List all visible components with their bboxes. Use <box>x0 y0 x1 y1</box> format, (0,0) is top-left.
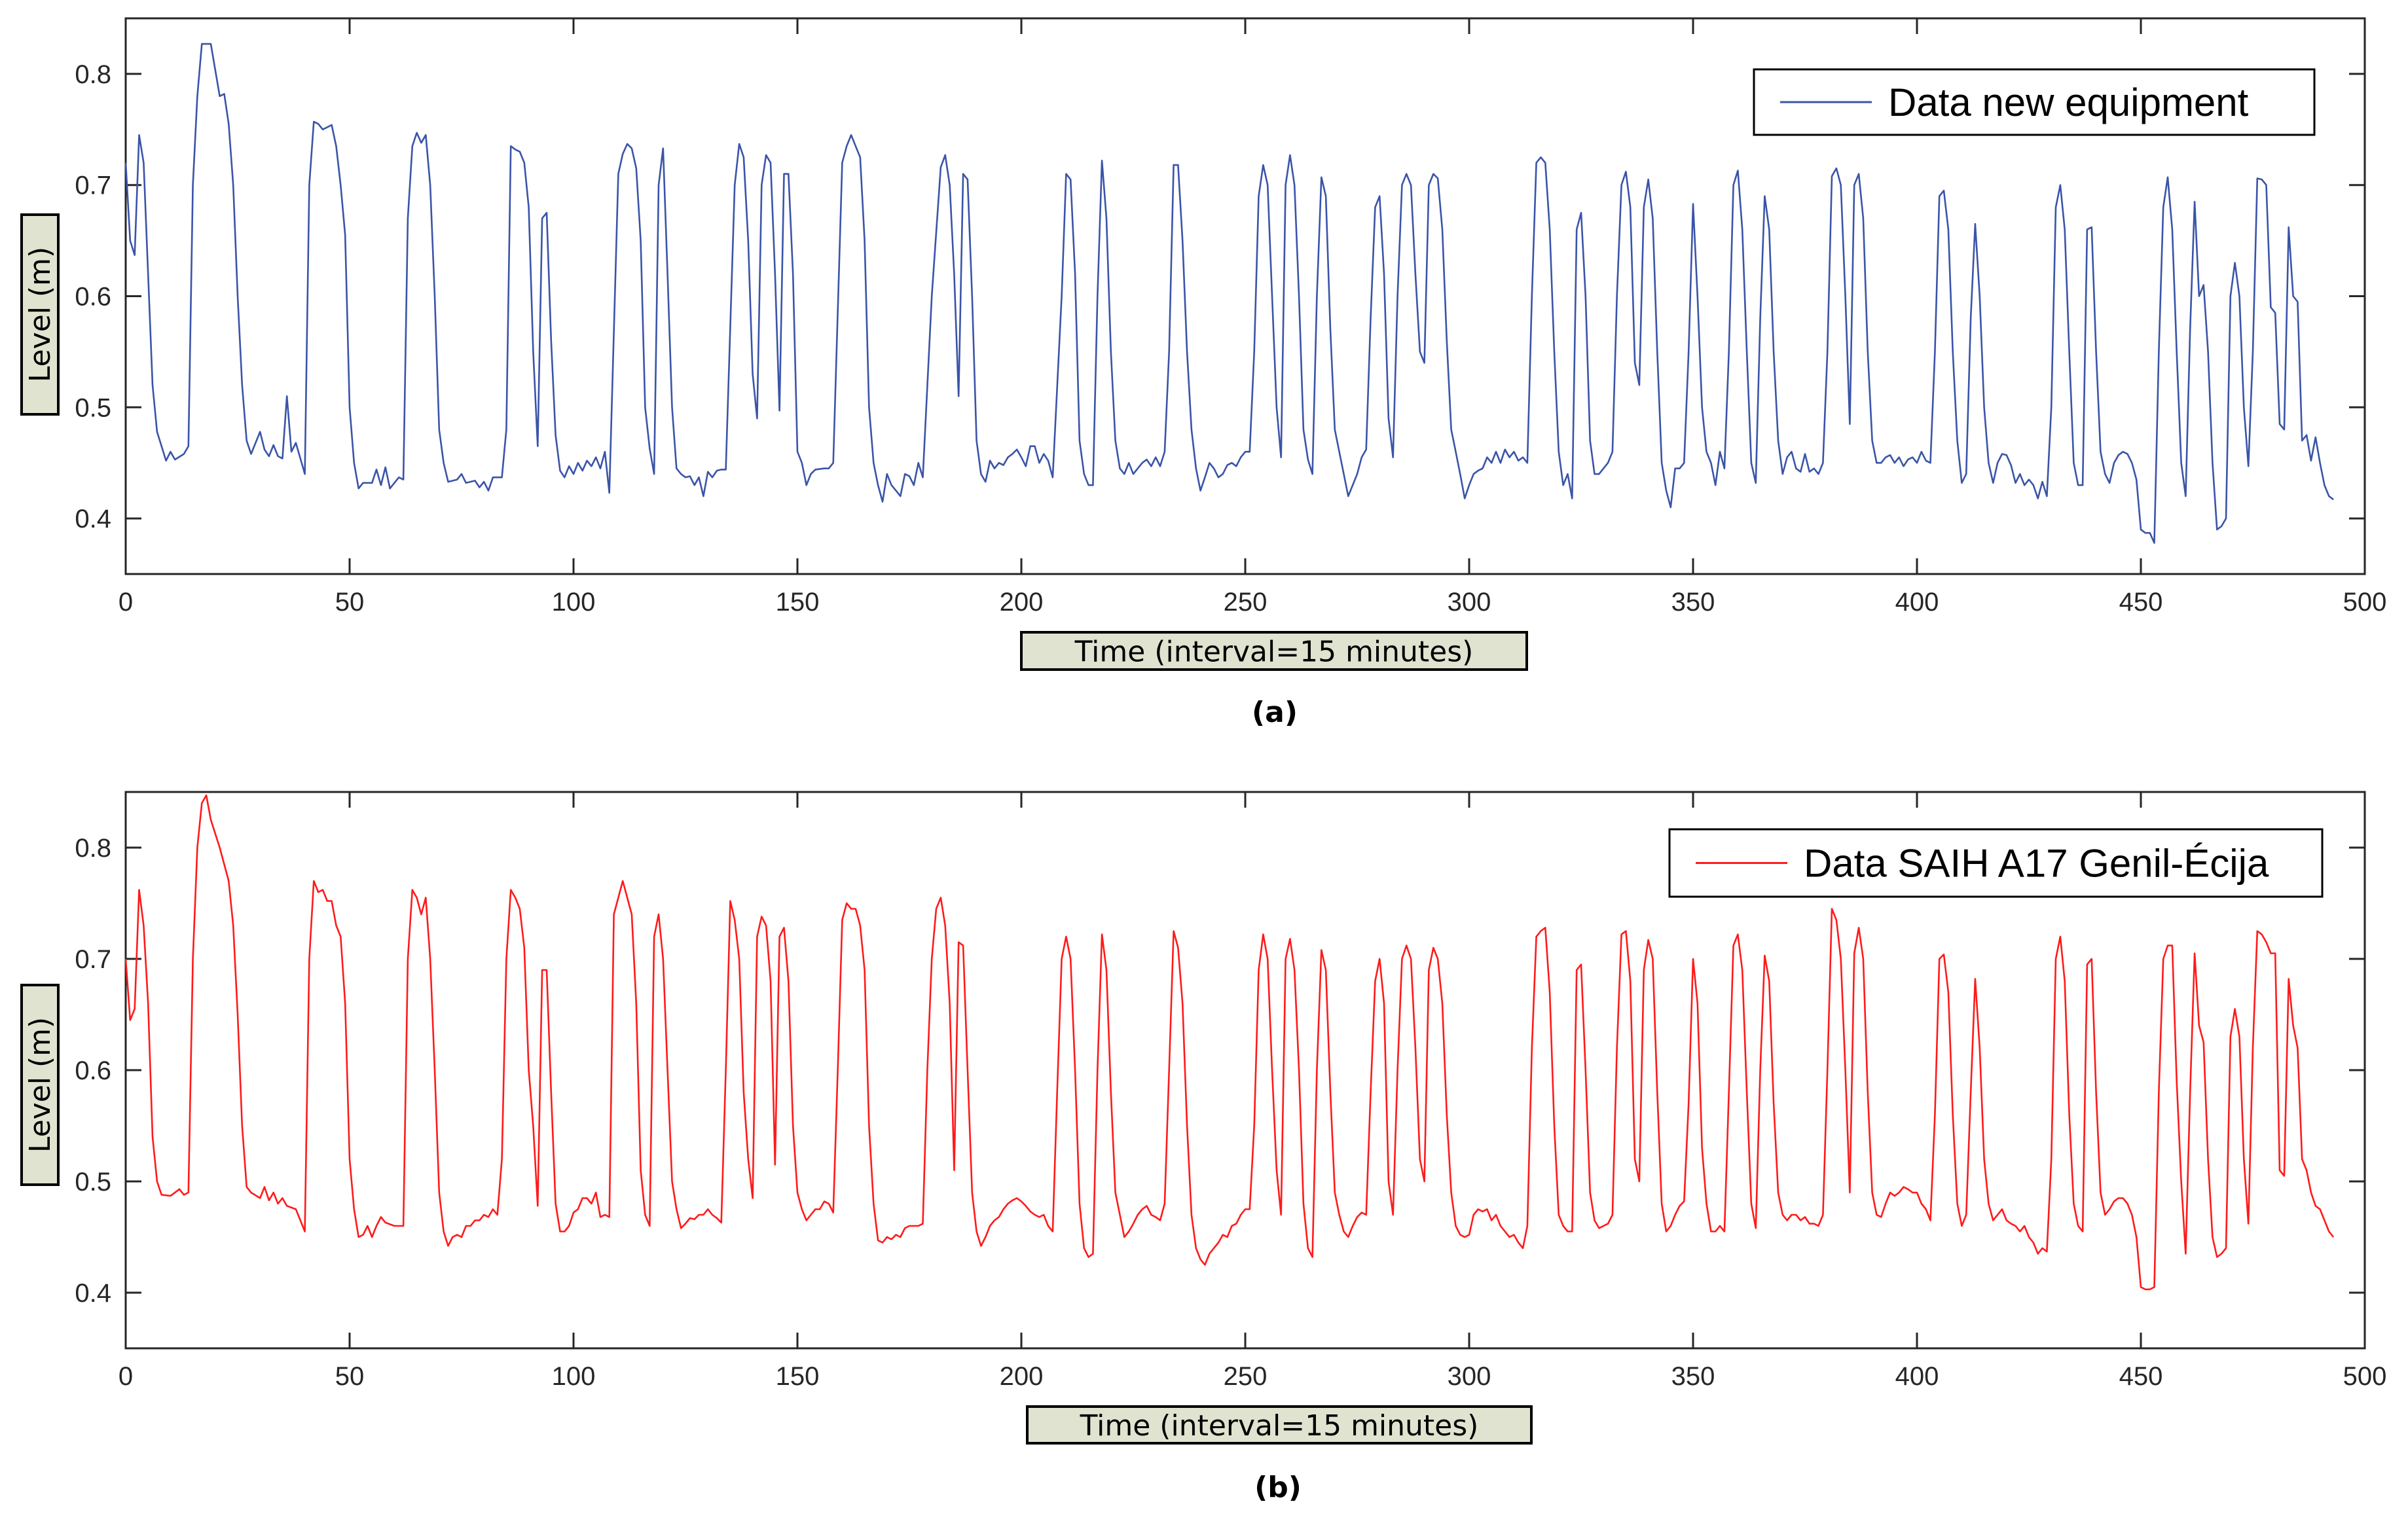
x-tick-label: 250 <box>1224 1362 1268 1391</box>
y-axis-label: Level (m) <box>24 1017 57 1153</box>
y-tick-label: 0.5 <box>75 393 111 422</box>
legend: Data new equipment <box>1753 68 2316 136</box>
x-axis-label: Time (interval=15 minutes) <box>1080 1409 1479 1443</box>
x-tick-label: 50 <box>335 588 365 617</box>
x-tick-label: 0 <box>119 1362 133 1391</box>
legend-label: Data new equipment <box>1888 81 2249 124</box>
x-tick-label: 400 <box>1895 1362 1939 1391</box>
x-tick-label: 250 <box>1224 588 1268 617</box>
panel-caption: (b) <box>1254 1471 1302 1504</box>
x-tick-label: 500 <box>2343 588 2387 617</box>
x-tick-label: 0 <box>119 588 133 617</box>
y-tick-label: 0.5 <box>75 1168 111 1196</box>
x-tick-label: 450 <box>2119 588 2163 617</box>
x-tick-label: 150 <box>776 588 820 617</box>
x-tick-label: 200 <box>1000 588 1044 617</box>
y-tick-label: 0.6 <box>75 283 111 312</box>
legend: Data SAIH A17 Genil-Écija <box>1668 828 2324 898</box>
x-tick-label: 300 <box>1448 588 1491 617</box>
y-tick-label: 0.7 <box>75 171 111 200</box>
x-tick-label: 200 <box>1000 1362 1044 1391</box>
chart-panel-b: 0 50 100 150 200 250 300 350 400 450 500 0.4 0.5 0.6 0… <box>20 791 2387 1504</box>
x-tick-label: 500 <box>2343 1362 2387 1391</box>
figure: 0 50 100 150 200 250 300 350 400 450 5000.40.50.60… <box>20 17 2387 1504</box>
x-tick-label: 350 <box>1671 588 1715 617</box>
x-tick-label: 150 <box>776 1362 820 1391</box>
y-tick-label: 0.6 <box>75 1056 111 1085</box>
x-tick-label: 100 <box>552 588 596 617</box>
y-axis-label: Level (m) <box>24 247 57 382</box>
y-tick-label: 0.4 <box>75 1279 111 1308</box>
x-tick-label: 50 <box>335 1362 365 1391</box>
y-tick-label: 0.8 <box>75 60 111 89</box>
x-tick-label: 350 <box>1671 1362 1715 1391</box>
chart-panel-a: 0 50 100 150 200 250 300 350 400 450 500 0.4 0.5 0.6 0… <box>20 17 2387 729</box>
panel-caption: (a) <box>1252 696 1298 729</box>
x-tick-label: 300 <box>1448 1362 1491 1391</box>
y-tick-label: 0.4 <box>75 505 111 533</box>
y-tick-label: 0.7 <box>75 945 111 974</box>
legend-label: Data SAIH A17 Genil-Écija <box>1804 842 2269 886</box>
x-tick-label: 400 <box>1895 588 1939 617</box>
x-tick-label: 100 <box>552 1362 596 1391</box>
x-axis-label: Time (interval=15 minutes) <box>1074 636 1474 669</box>
x-tick-label: 450 <box>2119 1362 2163 1391</box>
y-tick-label: 0.8 <box>75 834 111 863</box>
